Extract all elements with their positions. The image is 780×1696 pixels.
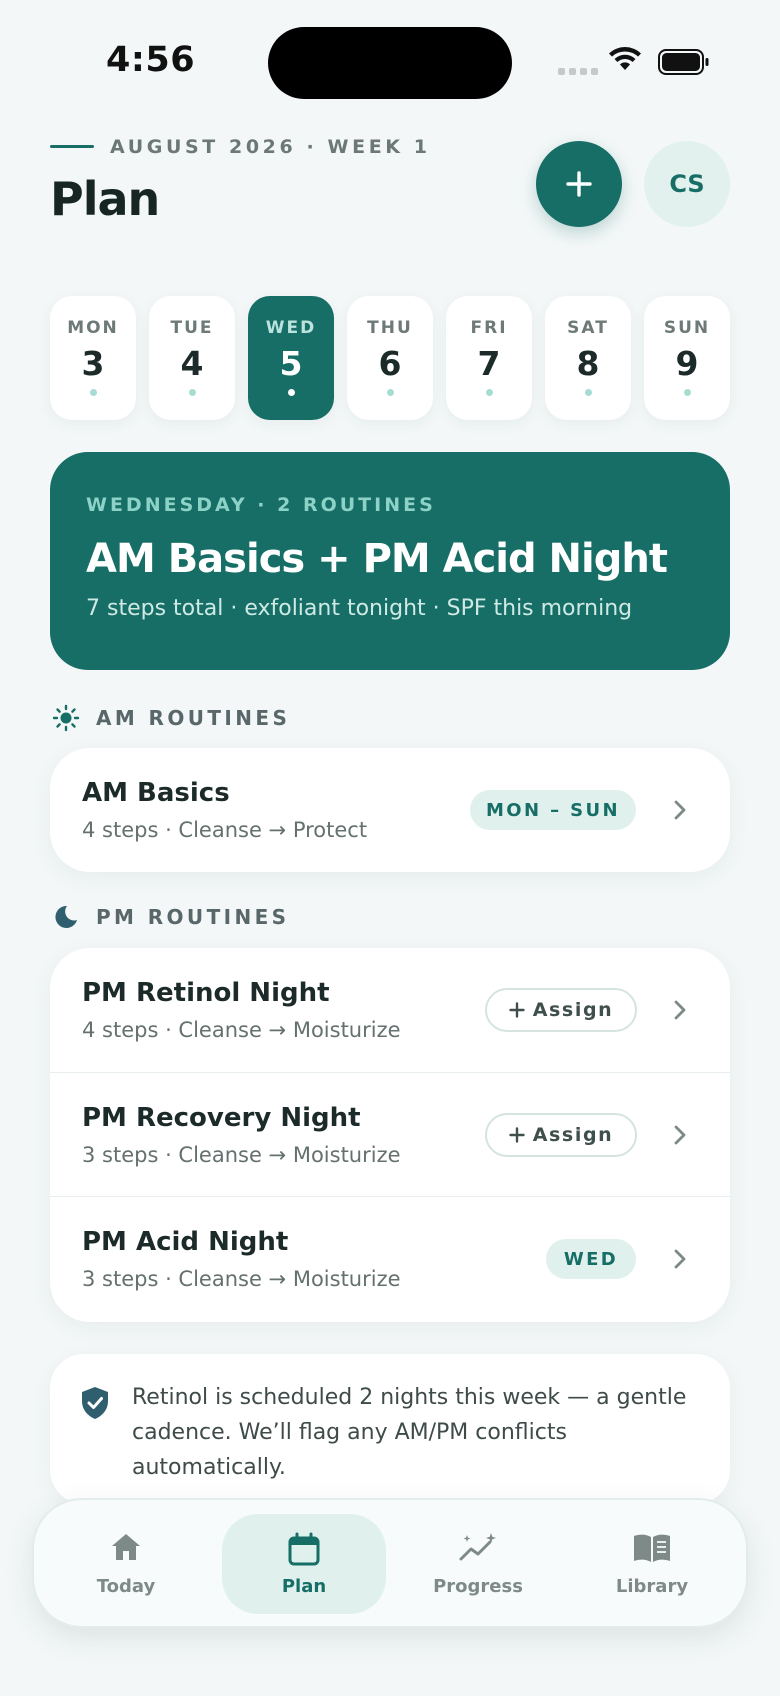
battery-icon: [658, 49, 709, 75]
chevron-right-icon: [674, 800, 686, 820]
routine-dot: [189, 389, 196, 396]
day-mon[interactable]: MON 3: [50, 296, 136, 420]
routine-row-pm-recovery[interactable]: PM Recovery Night 3 steps · Cleanse → Mo…: [50, 1072, 730, 1196]
tab-label: Plan: [281, 1576, 327, 1597]
day-number: 8: [576, 344, 600, 383]
tab-label: Today: [96, 1576, 156, 1597]
routine-title: PM Recovery Night: [82, 1103, 361, 1133]
am-routines-card: AM Basics 4 steps · Cleanse → Protect MO…: [50, 748, 730, 872]
calendar-icon: [288, 1532, 320, 1566]
day-name: FRI: [470, 318, 508, 338]
assign-button[interactable]: Assign: [485, 1113, 637, 1157]
tab-label: Library: [615, 1576, 689, 1597]
dynamic-island: [268, 27, 512, 99]
day-number: 9: [675, 344, 699, 383]
day-tue[interactable]: TUE 4: [149, 296, 235, 420]
chevron-right-icon: [674, 1249, 686, 1269]
summary-subtitle: 7 steps total · exfoliant tonight · SPF …: [86, 596, 633, 621]
week-strip: MON 3 TUE 4 WED 5 THU 6 FRI 7 SAT 8 SUN …: [50, 296, 730, 420]
sun-icon: [52, 704, 80, 732]
day-number: 6: [378, 344, 402, 383]
day-sun[interactable]: SUN 9: [644, 296, 730, 420]
day-name: SAT: [567, 318, 609, 338]
routine-dot: [684, 389, 691, 396]
day-number: 4: [180, 344, 204, 383]
routine-title: AM Basics: [82, 778, 230, 808]
tab-today[interactable]: Today: [44, 1514, 208, 1614]
wifi-icon: [609, 47, 641, 70]
day-number: 7: [477, 344, 501, 383]
schedule-badge: WED: [546, 1239, 636, 1279]
day-number: 5: [279, 344, 303, 383]
plus-icon: [509, 1127, 525, 1143]
day-sat[interactable]: SAT 8: [545, 296, 631, 420]
routine-subtitle: 3 steps · Cleanse → Moisturize: [82, 1143, 401, 1167]
routine-row-am-basics[interactable]: AM Basics 4 steps · Cleanse → Protect MO…: [50, 748, 730, 872]
moon-icon: [55, 905, 77, 928]
chevron-right-icon: [674, 1000, 686, 1020]
day-wed[interactable]: WED 5: [248, 296, 334, 420]
home-icon: [112, 1534, 140, 1560]
pm-routines-card: PM Retinol Night 4 steps · Cleanse → Moi…: [50, 948, 730, 1322]
pm-section-header: PM ROUTINES: [52, 903, 289, 931]
schedule-badge: MON – SUN: [470, 790, 636, 830]
am-section-header: AM ROUTINES: [52, 704, 290, 732]
routine-dot: [585, 389, 592, 396]
day-summary-card[interactable]: WEDNESDAY · 2 ROUTINES AM Basics + PM Ac…: [50, 452, 730, 670]
tab-library[interactable]: Library: [570, 1514, 734, 1614]
routine-subtitle: 3 steps · Cleanse → Moisturize: [82, 1267, 401, 1291]
day-name: WED: [265, 318, 317, 338]
tab-plan[interactable]: Plan: [222, 1514, 386, 1614]
summary-title: AM Basics + PM Acid Night: [86, 536, 668, 582]
page-title: Plan: [50, 172, 160, 226]
chevron-right-icon: [674, 1125, 686, 1145]
day-name: THU: [367, 318, 413, 338]
week-eyebrow: AUGUST 2026 · WEEK 1: [110, 136, 431, 158]
routine-title: PM Acid Night: [82, 1227, 289, 1257]
assign-button[interactable]: Assign: [485, 988, 637, 1032]
tab-bar: Today Plan Progress Library: [32, 1498, 748, 1628]
book-icon: [634, 1534, 670, 1562]
add-routine-button[interactable]: [536, 141, 622, 227]
tab-progress[interactable]: Progress: [396, 1514, 560, 1614]
day-name: SUN: [663, 318, 711, 338]
day-number: 3: [81, 344, 105, 383]
status-time: 4:56: [106, 40, 196, 80]
routine-subtitle: 4 steps · Cleanse → Protect: [82, 818, 368, 842]
page-header: AUGUST 2026 · WEEK 1 Plan CS: [50, 136, 730, 236]
pm-section-label: PM ROUTINES: [96, 905, 290, 929]
day-thu[interactable]: THU 6: [347, 296, 433, 420]
plus-icon: [509, 1002, 525, 1018]
day-fri[interactable]: FRI 7: [446, 296, 532, 420]
day-name: MON: [67, 318, 119, 338]
assign-label: Assign: [532, 999, 614, 1021]
routine-subtitle: 4 steps · Cleanse → Moisturize: [82, 1018, 401, 1042]
routine-dot: [387, 389, 394, 396]
plus-icon: [566, 171, 592, 197]
routine-dot: [90, 389, 97, 396]
routine-row-pm-acid[interactable]: PM Acid Night 3 steps · Cleanse → Moistu…: [50, 1196, 730, 1320]
summary-eyebrow: WEDNESDAY · 2 ROUTINES: [86, 494, 436, 516]
cellular-signal-icon: [558, 68, 598, 75]
note-text: Retinol is scheduled 2 nights this week …: [132, 1385, 687, 1480]
avatar[interactable]: CS: [644, 141, 730, 227]
retinol-cadence-note: Retinol is scheduled 2 nights this week …: [50, 1354, 730, 1504]
status-bar: 4:56: [0, 0, 780, 120]
routine-row-pm-retinol[interactable]: PM Retinol Night 4 steps · Cleanse → Moi…: [50, 948, 730, 1072]
day-name: TUE: [170, 318, 214, 338]
routine-dot: [486, 389, 493, 396]
routine-dot: [288, 389, 295, 396]
assign-label: Assign: [532, 1124, 614, 1146]
tab-label: Progress: [433, 1576, 523, 1597]
shield-check-icon: [82, 1387, 108, 1419]
routine-title: PM Retinol Night: [82, 978, 330, 1008]
eyebrow-accent-line: [50, 145, 94, 148]
am-section-label: AM ROUTINES: [96, 706, 291, 730]
progress-sparkle-icon: [459, 1533, 496, 1561]
